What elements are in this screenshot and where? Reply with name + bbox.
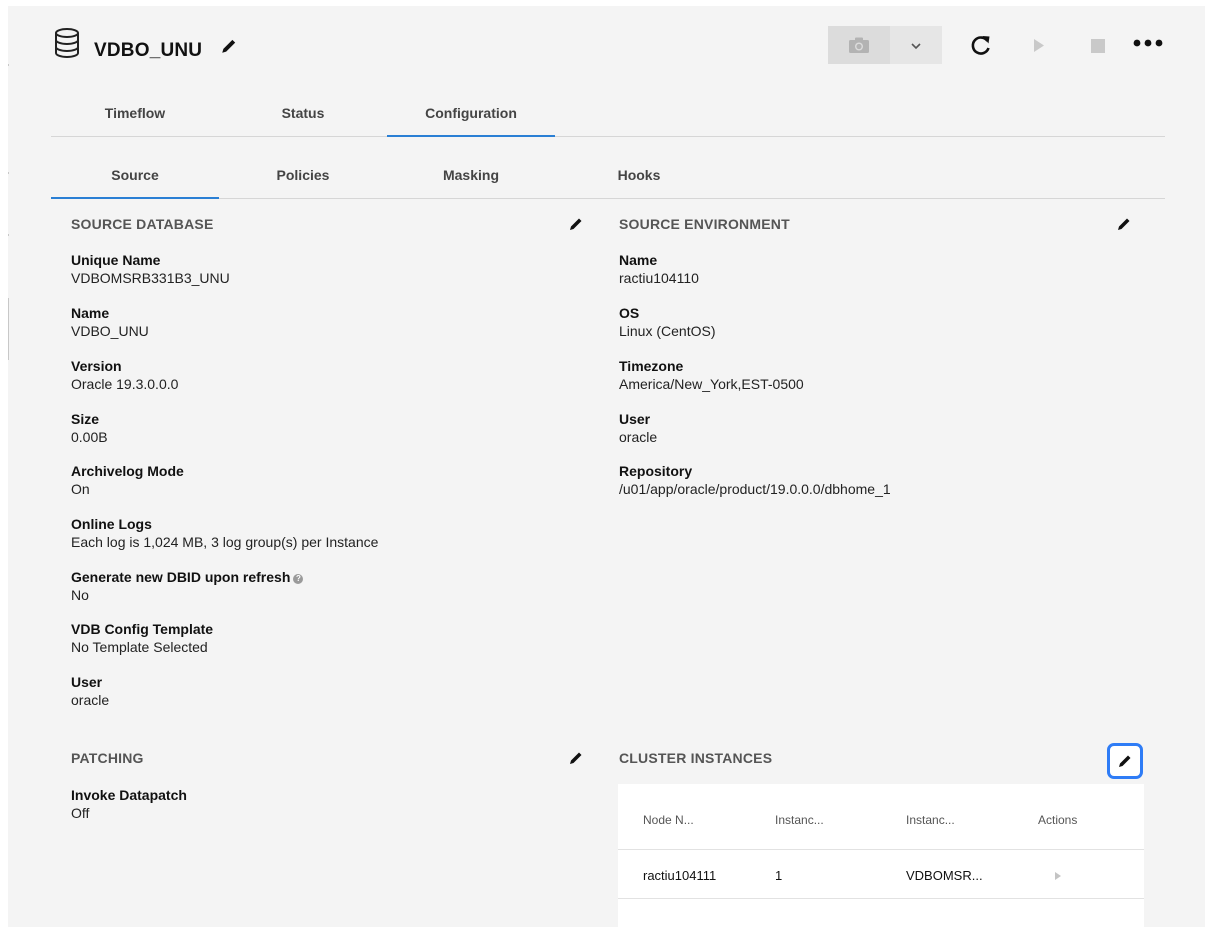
field-name: Name VDBO_UNU bbox=[71, 304, 149, 340]
field-value: ractiu104110 bbox=[619, 270, 699, 286]
field-label: Unique Name bbox=[71, 252, 161, 268]
snapshot-button[interactable] bbox=[828, 26, 890, 64]
field-value: Linux (CentOS) bbox=[619, 323, 716, 339]
section-title-source-database: SOURCE DATABASE bbox=[71, 216, 214, 232]
table-cell-node: ractiu104111 bbox=[643, 868, 717, 883]
field-label: Version bbox=[71, 358, 122, 374]
field-generate-dbid: Generate new DBID upon refresh? No bbox=[71, 568, 304, 604]
field-os: OS Linux (CentOS) bbox=[619, 304, 715, 340]
field-unique-name: Unique Name VDBOMSRB331B3_UNU bbox=[71, 251, 230, 287]
edge-mark bbox=[8, 172, 9, 174]
cluster-instances-table: Node N... Instanc... Instanc... Actions … bbox=[618, 784, 1144, 927]
field-value: 0.00B bbox=[71, 429, 108, 445]
snapshot-dropdown-button[interactable] bbox=[890, 26, 942, 64]
pencil-icon[interactable] bbox=[568, 216, 584, 232]
pencil-icon bbox=[1119, 755, 1131, 767]
field-label: Name bbox=[71, 305, 110, 321]
field-label: Repository bbox=[619, 463, 693, 479]
field-value: No bbox=[71, 587, 89, 603]
field-timezone: Timezone America/New_York,EST-0500 bbox=[619, 357, 804, 393]
field-value: /u01/app/oracle/product/19.0.0.0/dbhome_… bbox=[619, 481, 891, 497]
section-title-patching: PATCHING bbox=[71, 750, 144, 766]
field-repository: Repository /u01/app/oracle/product/19.0.… bbox=[619, 462, 891, 498]
help-icon[interactable]: ? bbox=[293, 574, 304, 584]
field-env-name: Name ractiu104110 bbox=[619, 251, 699, 287]
field-value: oracle bbox=[71, 692, 110, 708]
page-title: VDBO_UNU bbox=[94, 40, 203, 61]
field-value: oracle bbox=[619, 429, 658, 445]
field-label: Online Logs bbox=[71, 516, 152, 532]
page: VDBO_UNU Timeflow Status Configuration S… bbox=[8, 6, 1205, 927]
tab-configuration[interactable]: Configuration bbox=[387, 90, 555, 137]
field-label: Name bbox=[619, 252, 658, 268]
tab-timeflow[interactable]: Timeflow bbox=[51, 90, 219, 136]
divider bbox=[618, 849, 1144, 850]
pencil-icon[interactable] bbox=[568, 750, 584, 766]
column-header[interactable]: Instanc... bbox=[775, 813, 824, 827]
field-label: Invoke Datapatch bbox=[71, 787, 187, 803]
section-title-source-environment: SOURCE ENVIRONMENT bbox=[619, 216, 790, 232]
more-icon[interactable] bbox=[1133, 39, 1163, 47]
field-value: Each log is 1,024 MB, 3 log group(s) per… bbox=[71, 534, 379, 550]
field-label: Size bbox=[71, 411, 100, 427]
column-header[interactable]: Node N... bbox=[643, 813, 694, 827]
section-title-cluster-instances: CLUSTER INSTANCES bbox=[619, 750, 773, 766]
field-label: OS bbox=[619, 305, 640, 321]
field-label: Archivelog Mode bbox=[71, 463, 184, 479]
table-cell-instance-name: VDBOMSR... bbox=[906, 868, 983, 883]
field-value: Oracle 19.3.0.0.0 bbox=[71, 376, 179, 392]
field-size: Size 0.00B bbox=[71, 410, 108, 446]
field-version: Version Oracle 19.3.0.0.0 bbox=[71, 357, 178, 393]
tab-status[interactable]: Status bbox=[219, 90, 387, 136]
field-label: Generate new DBID upon refresh? bbox=[71, 568, 304, 586]
field-value: VDBOMSRB331B3_UNU bbox=[71, 270, 230, 286]
field-label: Timezone bbox=[619, 358, 684, 374]
database-icon bbox=[55, 28, 79, 58]
tab-source[interactable]: Source bbox=[51, 152, 219, 199]
field-invoke-datapatch: Invoke Datapatch Off bbox=[71, 786, 187, 822]
play-icon[interactable] bbox=[1054, 871, 1062, 881]
field-value: America/New_York,EST-0500 bbox=[619, 376, 804, 392]
column-header: Actions bbox=[1038, 813, 1078, 827]
edge-mark bbox=[8, 298, 9, 360]
stop-icon[interactable] bbox=[1091, 39, 1105, 53]
field-label: User bbox=[619, 411, 651, 427]
field-archivelog-mode: Archivelog Mode On bbox=[71, 462, 184, 498]
field-value: On bbox=[71, 481, 90, 497]
table-cell-instance-number: 1 bbox=[775, 868, 783, 883]
tab-hooks[interactable]: Hooks bbox=[555, 152, 723, 198]
column-header[interactable]: Instanc... bbox=[906, 813, 955, 827]
field-value: VDBO_UNU bbox=[71, 323, 149, 339]
refresh-icon[interactable] bbox=[970, 34, 992, 56]
field-label: VDB Config Template bbox=[71, 621, 214, 637]
field-env-user: User oracle bbox=[619, 410, 657, 446]
field-vdb-config-template: VDB Config Template No Template Selected bbox=[71, 620, 213, 656]
field-user: User oracle bbox=[71, 673, 109, 709]
edge-mark bbox=[8, 234, 9, 236]
sub-tabs: Source Policies Masking Hooks bbox=[51, 152, 1165, 199]
field-value: No Template Selected bbox=[71, 639, 208, 655]
field-online-logs: Online Logs Each log is 1,024 MB, 3 log … bbox=[71, 515, 378, 551]
edit-cluster-instances-button[interactable] bbox=[1107, 743, 1143, 779]
tab-policies[interactable]: Policies bbox=[219, 152, 387, 198]
pencil-icon[interactable] bbox=[1116, 216, 1132, 232]
tab-masking[interactable]: Masking bbox=[387, 152, 555, 198]
main-tabs: Timeflow Status Configuration bbox=[51, 90, 1165, 137]
field-label-text: Generate new DBID upon refresh bbox=[71, 569, 291, 585]
play-icon[interactable] bbox=[1033, 38, 1045, 53]
chevron-down-icon bbox=[911, 43, 921, 50]
camera-icon bbox=[849, 37, 869, 53]
field-value: Off bbox=[71, 805, 90, 821]
divider bbox=[618, 898, 1144, 899]
edge-mark bbox=[8, 64, 9, 66]
field-label: User bbox=[71, 674, 103, 690]
pencil-icon[interactable] bbox=[220, 37, 238, 55]
